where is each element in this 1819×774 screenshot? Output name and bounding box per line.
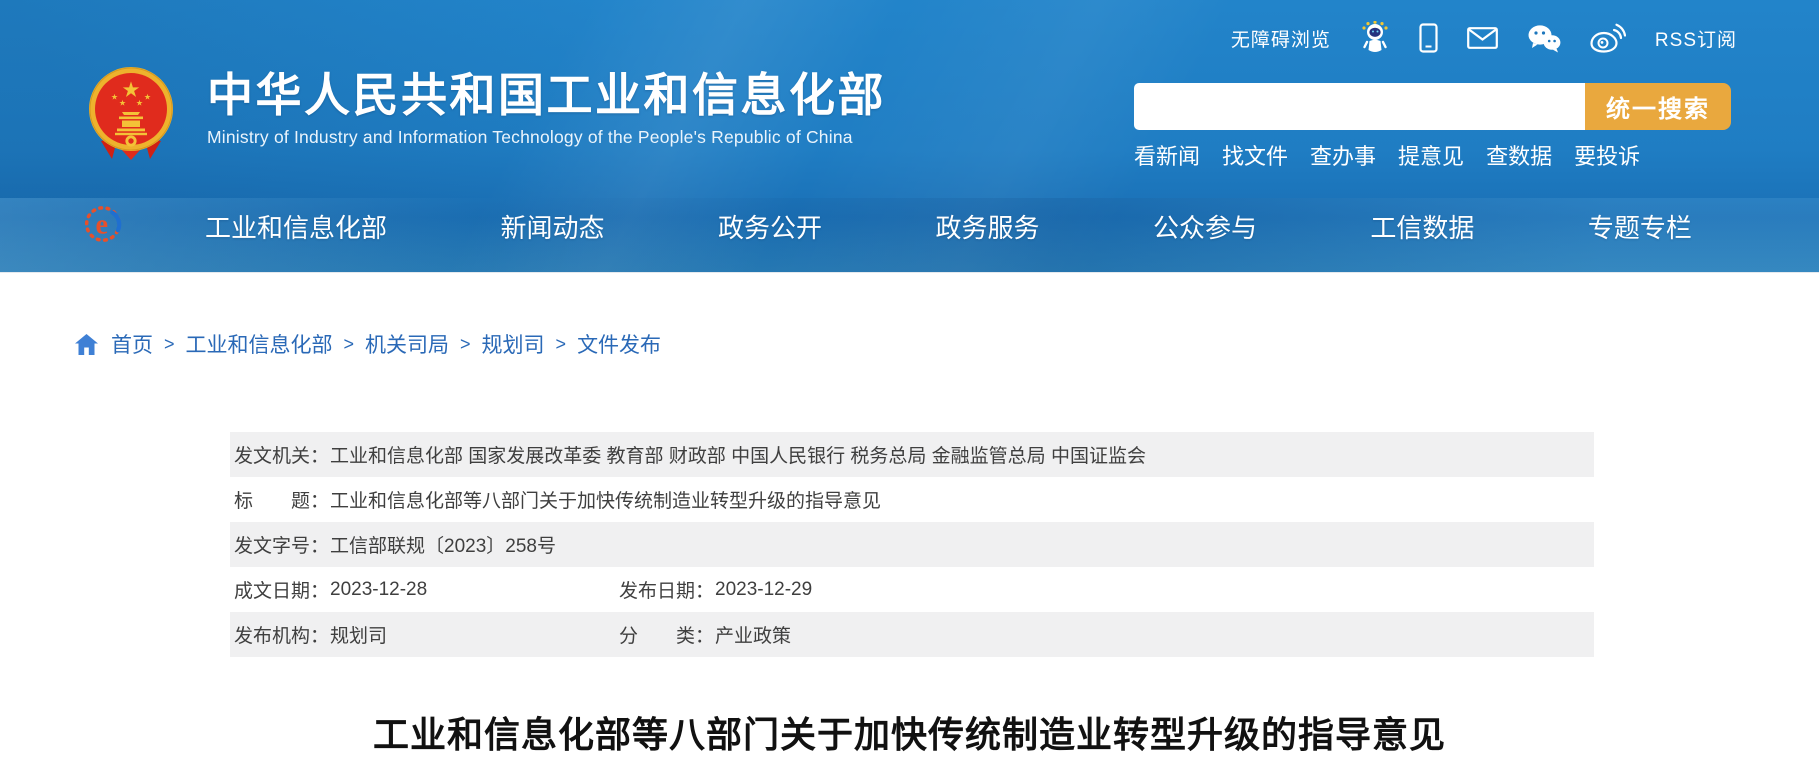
quick-link-suggest[interactable]: 提意见 [1398, 139, 1464, 171]
miit-e-logo-icon: e [83, 202, 129, 246]
svg-text:e: e [96, 209, 109, 240]
mobile-icon[interactable] [1419, 23, 1438, 53]
nav-item-news[interactable]: 新闻动态 [500, 208, 604, 245]
site-header: 无障碍浏览 [0, 0, 1819, 273]
breadcrumb-departments[interactable]: 机关司局 [365, 329, 449, 359]
meta-label: 发文机关： [234, 441, 330, 468]
quick-link-complaint[interactable]: 要投诉 [1574, 139, 1640, 171]
document-title: 工业和信息化部等八部门关于加快传统制造业转型升级的指导意见 [0, 706, 1819, 758]
meta-label: 标 题： [234, 486, 330, 513]
national-emblem-icon [85, 64, 177, 166]
search-box: 统一搜索 [1134, 83, 1731, 130]
breadcrumb-planning-dept[interactable]: 规划司 [482, 329, 545, 359]
meta-value: 工信部联规〔2023〕258号 [330, 531, 556, 558]
meta-value-written-date: 2023-12-28 [330, 579, 427, 601]
breadcrumb: 首页 > 工业和信息化部 > 机关司局 > 规划司 > 文件发布 [75, 329, 661, 359]
meta-label: 发布机构： [234, 621, 330, 648]
quick-link-news[interactable]: 看新闻 [1134, 139, 1200, 171]
meta-label: 发文字号： [234, 531, 330, 558]
document-meta-table: 发文机关： 工业和信息化部 国家发展改革委 教育部 财政部 中国人民银行 税务总… [230, 432, 1594, 657]
meta-value-publish-date: 2023-12-29 [715, 579, 812, 601]
quick-link-services[interactable]: 查办事 [1310, 139, 1376, 171]
meta-row-dates: 成文日期： 2023-12-28 发布日期： 2023-12-29 [230, 567, 1594, 612]
meta-value: 工业和信息化部 国家发展改革委 教育部 财政部 中国人民银行 税务总局 金融监管… [330, 441, 1146, 468]
meta-value: 工业和信息化部等八部门关于加快传统制造业转型升级的指导意见 [330, 486, 881, 513]
meta-row-doc-number: 发文字号： 工信部联规〔2023〕258号 [230, 522, 1594, 567]
miit-document-page: 无障碍浏览 [0, 0, 1819, 774]
breadcrumb-separator: > [556, 334, 567, 355]
nav-item-topics[interactable]: 专题专栏 [1588, 208, 1692, 245]
brand-text: 中华人民共和国工业和信息化部 Ministry of Industry and … [207, 64, 886, 148]
meta-row-issuing-agencies: 发文机关： 工业和信息化部 国家发展改革委 教育部 财政部 中国人民银行 税务总… [230, 432, 1594, 477]
quick-link-data[interactable]: 查数据 [1486, 139, 1552, 171]
quick-link-files[interactable]: 找文件 [1222, 139, 1288, 171]
meta-label: 发布日期： [619, 576, 715, 603]
nav-item-data[interactable]: 工信数据 [1370, 208, 1474, 245]
breadcrumb-home[interactable]: 首页 [111, 329, 153, 359]
meta-label: 分 类： [619, 621, 715, 648]
robot-assistant-icon[interactable] [1360, 21, 1390, 55]
breadcrumb-separator: > [460, 334, 471, 355]
home-icon[interactable] [75, 334, 98, 355]
wechat-icon[interactable] [1527, 24, 1561, 53]
site-brand-link[interactable]: 中华人民共和国工业和信息化部 Ministry of Industry and … [85, 64, 886, 166]
utility-bar: 无障碍浏览 [1231, 20, 1737, 56]
nav-item-gov-service[interactable]: 政务服务 [935, 208, 1039, 245]
site-title: 中华人民共和国工业和信息化部 [207, 70, 886, 120]
rss-link[interactable]: RSS订阅 [1655, 25, 1737, 52]
meta-label: 成文日期： [234, 576, 330, 603]
breadcrumb-separator: > [344, 334, 355, 355]
breadcrumb-separator: > [164, 334, 175, 355]
search-input[interactable] [1134, 83, 1585, 130]
quick-links: 看新闻 找文件 查办事 提意见 查数据 要投诉 [1134, 139, 1640, 171]
search-button[interactable]: 统一搜索 [1585, 83, 1731, 130]
site-subtitle-en: Ministry of Industry and Information Tec… [207, 127, 886, 148]
weibo-icon[interactable] [1590, 23, 1626, 53]
mail-icon[interactable] [1467, 27, 1498, 49]
nav-item-gov-info[interactable]: 政务公开 [718, 208, 822, 245]
nav-item-participation[interactable]: 公众参与 [1153, 208, 1257, 245]
accessibility-link[interactable]: 无障碍浏览 [1231, 25, 1331, 52]
meta-row-title: 标 题： 工业和信息化部等八部门关于加快传统制造业转型升级的指导意见 [230, 477, 1594, 522]
breadcrumb-miit[interactable]: 工业和信息化部 [186, 329, 333, 359]
meta-row-publisher-category: 发布机构： 规划司 分 类： 产业政策 [230, 612, 1594, 657]
meta-value-category: 产业政策 [715, 621, 791, 648]
breadcrumb-document-release[interactable]: 文件发布 [577, 329, 661, 359]
meta-value-publisher: 规划司 [330, 621, 387, 648]
main-nav: 工业和信息化部 新闻动态 政务公开 政务服务 公众参与 工信数据 专题专栏 [205, 207, 1692, 245]
nav-item-miit[interactable]: 工业和信息化部 [205, 208, 387, 245]
